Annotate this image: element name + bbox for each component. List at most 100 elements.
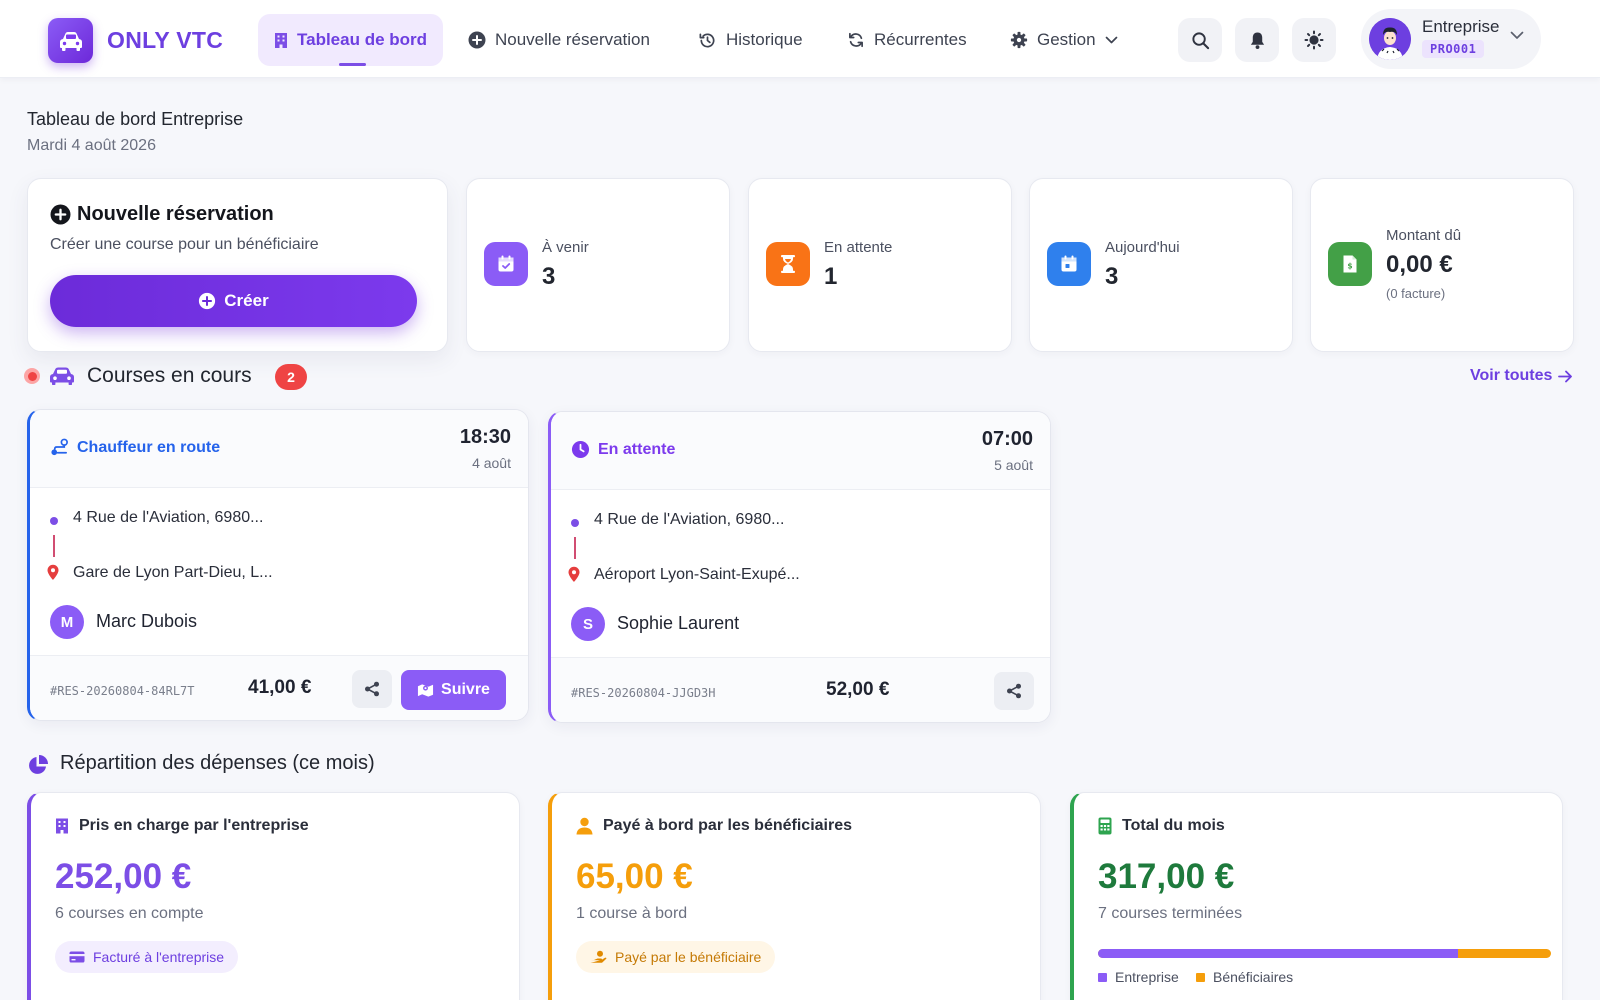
ride-status: En attente (571, 440, 675, 459)
dropoff-address: Gare de Lyon Part-Dieu, L... (73, 564, 273, 581)
expense-card-beneficiaries: Payé à bord par les bénéficiaires 65,00 … (548, 792, 1041, 1000)
active-tab-indicator (339, 63, 366, 66)
stat-label: Aujourd'hui (1105, 239, 1180, 256)
nav-gestion[interactable]: Gestion (994, 14, 1134, 66)
calendar-day-icon (1047, 242, 1091, 286)
svg-text:$: $ (1347, 262, 1352, 271)
nav-nouvelle-reservation[interactable]: Nouvelle réservation (452, 14, 666, 66)
building-icon (275, 32, 287, 48)
invoice-icon: $ (1328, 242, 1372, 286)
ride-status-label: Chauffeur en route (77, 438, 221, 456)
ride-card[interactable]: Chauffeur en route 18:30 4 août 4 Rue de… (27, 409, 529, 721)
passenger-name: Marc Dubois (96, 611, 198, 631)
sun-icon (1304, 30, 1324, 50)
map-icon (417, 684, 434, 697)
expense-subtitle: 7 courses terminées (1098, 905, 1243, 922)
share-icon (365, 681, 379, 697)
share-button[interactable] (994, 672, 1034, 710)
stat-value: 1 (824, 263, 838, 290)
create-button[interactable]: Créer (50, 275, 417, 327)
expense-subtitle: 6 courses en compte (55, 905, 204, 922)
ride-card[interactable]: En attente 07:00 5 août 4 Rue de l'Aviat… (548, 411, 1051, 723)
map-pin-icon (47, 564, 59, 580)
ride-date: 4 août (472, 455, 511, 471)
expense-title: Pris en charge par l'entreprise (79, 817, 309, 834)
follow-button[interactable]: Suivre (401, 670, 506, 710)
route-line (574, 537, 576, 559)
billing-badge: Facturé à l'entreprise (55, 941, 239, 973)
route-line (53, 535, 55, 557)
ride-price: 52,00 € (826, 679, 890, 700)
pie-chart-icon (29, 755, 48, 774)
see-all-label: Voir toutes (1470, 367, 1553, 384)
user-profile-menu[interactable]: Entreprise PRO001 (1361, 9, 1541, 69)
stat-card-today[interactable]: Aujourd'hui 3 (1029, 178, 1293, 352)
hourglass-icon (766, 242, 810, 286)
ride-header: En attente 07:00 5 août (551, 412, 1050, 490)
plus-circle-icon (199, 292, 216, 310)
stat-card-pending[interactable]: En attente 1 (748, 178, 1012, 352)
app-name[interactable]: ONLY VTC (107, 27, 223, 54)
theme-toggle-button[interactable] (1292, 18, 1336, 62)
top-navbar: ONLY VTC Tableau de bord Nouvelle réserv… (0, 0, 1600, 78)
stat-card-upcoming[interactable]: À venir 3 (466, 178, 730, 352)
clock-icon (571, 440, 590, 459)
ride-price: 41,00 € (248, 677, 312, 698)
legend-item-beneficiaries: Bénéficiaires (1196, 969, 1293, 985)
share-button[interactable] (352, 670, 392, 708)
legend-label: Bénéficiaires (1213, 969, 1294, 985)
legend-swatch (1098, 972, 1107, 982)
gear-icon (1010, 31, 1028, 49)
car-logo-icon[interactable] (48, 18, 93, 63)
see-all-link[interactable]: Voir toutes (1470, 367, 1573, 385)
expense-amount: 65,00 € (576, 857, 693, 896)
payment-badge-label: Payé par le bénéficiaire (615, 949, 762, 965)
search-icon (1191, 31, 1209, 49)
expenses-section-title: Répartition des dépenses (ce mois) (60, 752, 375, 774)
new-booking-card: Nouvelle réservation Créer une course po… (27, 178, 448, 352)
nav-label: Gestion (1037, 30, 1096, 49)
map-pin-icon (568, 566, 580, 582)
ride-footer: #RES-20260804-JJGD3H 52,00 € (551, 657, 1050, 722)
expense-amount: 317,00 € (1098, 857, 1235, 896)
stat-value: 3 (1105, 263, 1119, 290)
stat-label: À venir (542, 239, 589, 256)
bell-icon (1250, 31, 1264, 49)
plus-circle-icon (468, 31, 486, 49)
company-share-fill (1098, 949, 1459, 958)
billing-badge-label: Facturé à l'entreprise (93, 949, 225, 965)
nav-label: Tableau de bord (297, 30, 428, 49)
calendar-check-icon (484, 242, 528, 286)
avatar (1369, 18, 1411, 60)
notifications-button[interactable] (1235, 18, 1279, 62)
expense-title: Total du mois (1122, 817, 1225, 834)
route-icon (51, 438, 68, 456)
page-date: Mardi 4 août 2026 (27, 137, 156, 154)
stat-value: 3 (542, 263, 556, 290)
expense-amount: 252,00 € (55, 857, 192, 896)
ride-status: Chauffeur en route (50, 438, 220, 457)
nav-recurrentes[interactable]: Récurrentes (831, 14, 983, 66)
expense-heading: Payé à bord par les bénéficiaires (576, 817, 852, 835)
search-button[interactable] (1178, 18, 1222, 62)
create-button-label: Créer (224, 291, 269, 310)
new-booking-title: Nouvelle réservation (77, 203, 274, 225)
nav-label: Récurrentes (874, 30, 967, 49)
invoice-count: (0 facture) (1386, 286, 1446, 301)
passenger-name: Sophie Laurent (617, 613, 740, 633)
nav-tableau-de-bord[interactable]: Tableau de bord (258, 14, 444, 66)
payment-badge: Payé par le bénéficiaire (576, 941, 776, 973)
stat-label: Montant dû (1386, 227, 1462, 244)
plus-circle-icon (50, 204, 71, 225)
pickup-dot (50, 517, 58, 525)
credit-card-icon (69, 951, 85, 963)
nav-historique[interactable]: Historique (682, 14, 819, 66)
user-code-badge: PRO001 (1422, 40, 1485, 58)
ride-status-label: En attente (598, 440, 676, 458)
legend-item-company: Entreprise (1098, 969, 1179, 985)
expense-card-total: Total du mois 317,00 € 7 courses terminé… (1070, 792, 1563, 1000)
stat-card-amount-due[interactable]: $ Montant dû 0,00 € (0 facture) (1310, 178, 1574, 352)
chevron-down-icon (1510, 31, 1524, 39)
stat-label: En attente (824, 239, 893, 256)
legend-swatch (1196, 972, 1205, 982)
